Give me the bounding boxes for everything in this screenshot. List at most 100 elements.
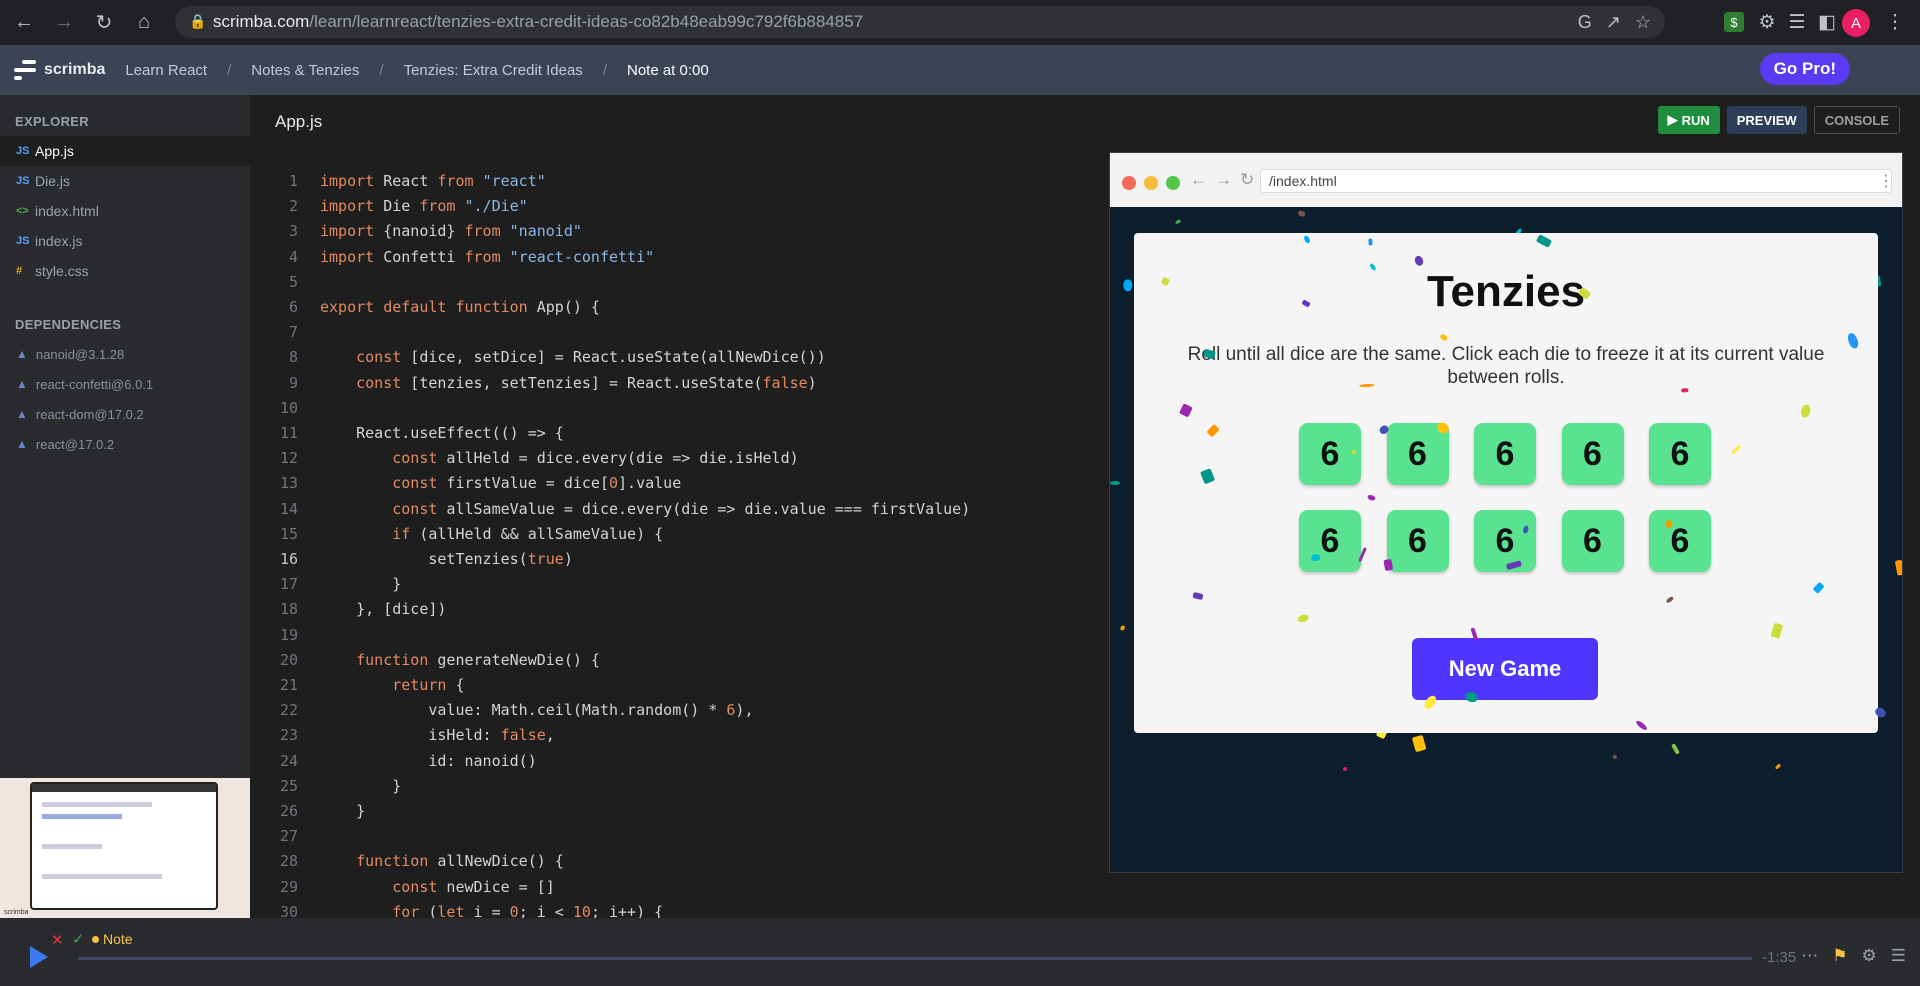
go-pro-button[interactable]: Go Pro! — [1759, 53, 1850, 85]
code-line: id: nanoid() — [320, 751, 537, 770]
file-name: App.js — [35, 143, 74, 159]
instructor-video-thumbnail[interactable]: scrimba — [0, 778, 250, 918]
address-bar[interactable]: 🔒 scrimba.com/learn/learnreact/tenzies-e… — [175, 6, 1665, 38]
die[interactable]: 6 — [1474, 423, 1536, 485]
die[interactable]: 6 — [1299, 510, 1361, 572]
code-line: setTenzies(true) — [320, 550, 573, 568]
console-button[interactable]: CONSOLE — [1813, 106, 1900, 134]
bookmark-icon[interactable]: ⚑ — [1832, 946, 1847, 966]
dependency-name: react-dom@17.0.2 — [35, 406, 144, 422]
file-index-js[interactable]: JS index.js — [0, 226, 250, 256]
timeline-track[interactable] — [78, 957, 1752, 960]
maximize-dot[interactable] — [1166, 176, 1180, 190]
accept-icon[interactable]: ✓ — [72, 930, 85, 948]
line-number: 2 — [288, 197, 298, 216]
play-button[interactable] — [30, 946, 48, 968]
note-marker[interactable]: Note — [92, 931, 133, 947]
google-icon[interactable]: G — [1578, 12, 1592, 33]
menu-kebab-icon[interactable]: ⋮ — [1882, 9, 1908, 35]
file-app-js[interactable]: JS App.js — [0, 136, 250, 166]
confetti-piece — [1119, 624, 1126, 632]
code-line: const firstValue = dice[0].value — [392, 474, 682, 493]
extension-dollar-icon[interactable]: $ — [1724, 12, 1744, 32]
line-number: 11 — [279, 424, 298, 442]
die[interactable]: 6 — [1649, 510, 1711, 572]
preview-button[interactable]: PREVIEW — [1726, 106, 1807, 134]
file-name: index.html — [35, 203, 99, 219]
preview-reload-icon[interactable]: ↻ — [1240, 170, 1254, 190]
media-queue-icon[interactable]: ☰ — [1784, 9, 1810, 35]
package-icon: ▲ — [16, 377, 28, 391]
line-number: 23 — [279, 726, 298, 745]
dependency-name: nanoid@3.1.28 — [35, 346, 125, 362]
breadcrumb-learn-react[interactable]: Learn React — [125, 62, 207, 79]
editor-actions: ▶ RUN PREVIEW CONSOLE — [1657, 106, 1900, 134]
home-icon[interactable]: ⌂ — [128, 7, 160, 39]
breadcrumb-notes-tenzies[interactable]: Notes & Tenzies — [251, 62, 359, 79]
extensions-puzzle-icon[interactable]: ⚙ — [1754, 9, 1780, 35]
share-icon[interactable]: ↗ — [1606, 12, 1621, 33]
file-style-css[interactable]: # style.css — [0, 256, 250, 286]
close-dot[interactable] — [1122, 176, 1136, 190]
thumbnail-brand: scrimba — [4, 909, 29, 916]
new-game-button[interactable]: New Game — [1412, 638, 1598, 700]
line-number: 16 — [279, 550, 298, 568]
die[interactable]: 6 — [1474, 510, 1536, 572]
file-name: style.css — [35, 263, 89, 279]
bookmark-star-icon[interactable]: ☆ — [1635, 12, 1651, 33]
breadcrumb-tenzies-extra[interactable]: Tenzies: Extra Credit Ideas — [404, 62, 583, 79]
code-line: return { — [392, 676, 465, 694]
code-line: }, [dice]) — [320, 600, 447, 619]
profile-avatar[interactable]: A — [1842, 9, 1870, 37]
preview-menu-icon[interactable]: ⋮ — [1878, 171, 1894, 191]
line-number: 15 — [279, 524, 298, 543]
code-line: value: Math.ceil(Math.random() * 6), — [320, 701, 754, 720]
dependency-item[interactable]: ▲ react@17.0.2 — [0, 429, 250, 459]
file-die-js[interactable]: JS Die.js — [0, 166, 250, 196]
confetti-piece — [1894, 559, 1902, 576]
more-icon[interactable]: ⋯ — [1801, 946, 1818, 966]
code-line: if (allHeld && allSameValue) { — [392, 524, 664, 543]
code-line: import Confetti from "react-confetti" — [320, 247, 655, 266]
code-line: function generateNewDie() { — [356, 650, 600, 669]
minimize-dot[interactable] — [1144, 176, 1158, 190]
file-index-html[interactable]: <> index.html — [0, 196, 250, 226]
die[interactable]: 6 — [1386, 510, 1449, 572]
preview-url[interactable]: /index.html — [1260, 169, 1892, 193]
code-line: function allNewDice() { — [356, 852, 564, 871]
line-number: 12 — [279, 449, 298, 468]
confetti-piece — [1310, 553, 1321, 562]
line-number: 27 — [279, 827, 298, 846]
scrimba-logo[interactable]: scrimba — [14, 60, 105, 80]
line-number: 26 — [279, 802, 298, 820]
preview-forward-icon[interactable]: → — [1215, 170, 1232, 190]
line-number: 17 — [279, 575, 298, 594]
code-line: import {nanoid} from "nanoid" — [320, 222, 582, 241]
die[interactable]: 6 — [1561, 510, 1624, 572]
app-description: Roll until all dice are the same. Click … — [1187, 344, 1825, 388]
die[interactable]: 6 — [1299, 423, 1361, 485]
settings-gear-icon[interactable]: ⚙ — [1862, 946, 1877, 966]
die[interactable]: 6 — [1561, 423, 1624, 485]
package-icon: ▲ — [16, 407, 28, 421]
run-button[interactable]: ▶ RUN — [1657, 106, 1720, 134]
menu-icon[interactable]: ☰ — [1891, 946, 1906, 966]
dependencies-heading: DEPENDENCIES — [15, 316, 122, 332]
reload-icon[interactable]: ↻ — [88, 7, 120, 39]
dependency-name: react@17.0.2 — [35, 436, 115, 452]
preview-back-icon[interactable]: ← — [1190, 170, 1207, 190]
dependency-item[interactable]: ▲ nanoid@3.1.28 — [0, 339, 250, 369]
reject-icon[interactable]: ✕ — [51, 931, 64, 949]
forward-icon[interactable]: → — [48, 7, 80, 39]
die[interactable]: 6 — [1386, 423, 1449, 485]
back-icon[interactable]: ← — [8, 7, 40, 39]
line-number: 25 — [279, 776, 298, 795]
dependency-item[interactable]: ▲ react-confetti@6.0.1 — [0, 369, 250, 399]
dependency-item[interactable]: ▲ react-dom@17.0.2 — [0, 399, 250, 429]
file-name: Die.js — [35, 173, 71, 189]
die[interactable]: 6 — [1649, 423, 1711, 485]
breadcrumb-current: Note at 0:00 — [626, 61, 709, 79]
side-panel-icon[interactable]: ◧ — [1814, 9, 1840, 35]
preview-window: ← → ↻ /index.html ⋮ Tenzies Roll until all… — [1109, 152, 1903, 873]
line-number: 14 — [279, 499, 298, 518]
